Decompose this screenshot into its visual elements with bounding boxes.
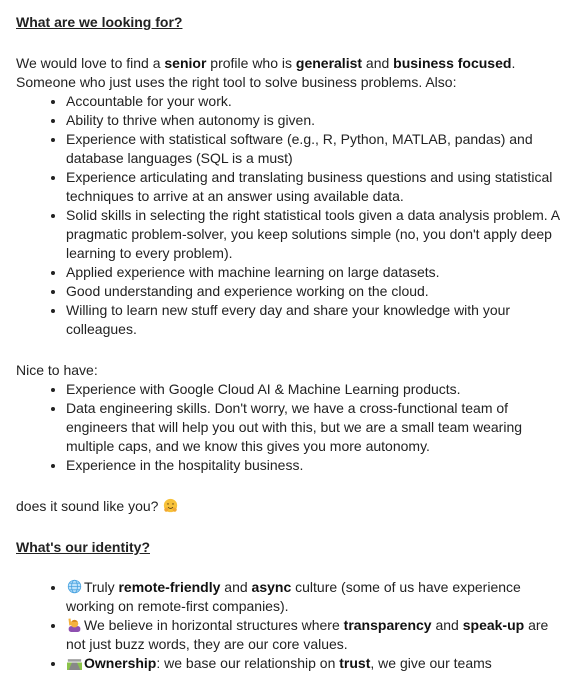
text: and (220, 579, 252, 595)
bold-text: remote-friendly (118, 579, 221, 595)
bold-text: Ownership (84, 655, 157, 671)
list-item: Accountable for your work. (66, 92, 560, 111)
bold-text: transparency (343, 617, 432, 633)
bold-text: senior (164, 55, 207, 71)
list-item: Good understanding and experience workin… (66, 282, 560, 301)
nice-to-have-list: Experience with Google Cloud AI & Machin… (16, 380, 560, 475)
list-item: Solid skills in selecting the right stat… (66, 206, 560, 263)
text: and (431, 617, 463, 633)
identity-list: Truly remote-friendly and async culture … (16, 578, 560, 673)
bold-text: async (251, 579, 292, 595)
text: does it sound like you? (16, 498, 159, 514)
list-item: Experience with Google Cloud AI & Machin… (66, 380, 560, 399)
hugging-face-icon (164, 498, 178, 513)
intro-paragraph: We would love to find a senior profile w… (16, 54, 560, 92)
list-item: We believe in horizontal structures wher… (66, 616, 560, 654)
job-description: What are we looking for? We would love t… (0, 0, 568, 673)
list-item: Ability to thrive when autonomy is given… (66, 111, 560, 130)
text: profile who is (206, 55, 296, 71)
closing-line: does it sound like you? (16, 497, 560, 516)
text: and (362, 55, 394, 71)
person-raising-hand-icon (68, 618, 81, 632)
section-heading-identity: What's our identity? (16, 539, 150, 555)
section-heading-looking-for: What are we looking for? (16, 14, 183, 30)
list-item: Experience with statistical software (e.… (66, 130, 560, 168)
text: Truly (84, 579, 119, 595)
text: We would love to find a (16, 55, 165, 71)
nice-to-have-label: Nice to have: (16, 362, 98, 378)
list-item: Data engineering skills. Don't worry, we… (66, 399, 560, 456)
bold-text: generalist (295, 55, 363, 71)
text: : we base our relationship on (156, 655, 340, 671)
bold-text: speak-up (462, 617, 525, 633)
list-item: Experience articulating and translating … (66, 168, 560, 206)
text: We believe in horizontal structures wher… (84, 617, 344, 633)
motorway-icon (67, 659, 82, 670)
bold-text: business focused (393, 55, 512, 71)
list-item: Truly remote-friendly and async culture … (66, 578, 560, 616)
text: , we give our teams (370, 655, 492, 671)
list-item: Experience in the hospitality business. (66, 456, 560, 475)
bold-text: trust (339, 655, 371, 671)
requirements-list: Accountable for your work. Ability to th… (16, 92, 560, 339)
list-item: Applied experience with machine learning… (66, 263, 560, 282)
list-item: Ownership: we base our relationship on t… (66, 654, 560, 673)
globe-icon (67, 579, 82, 594)
list-item: Willing to learn new stuff every day and… (66, 301, 560, 339)
